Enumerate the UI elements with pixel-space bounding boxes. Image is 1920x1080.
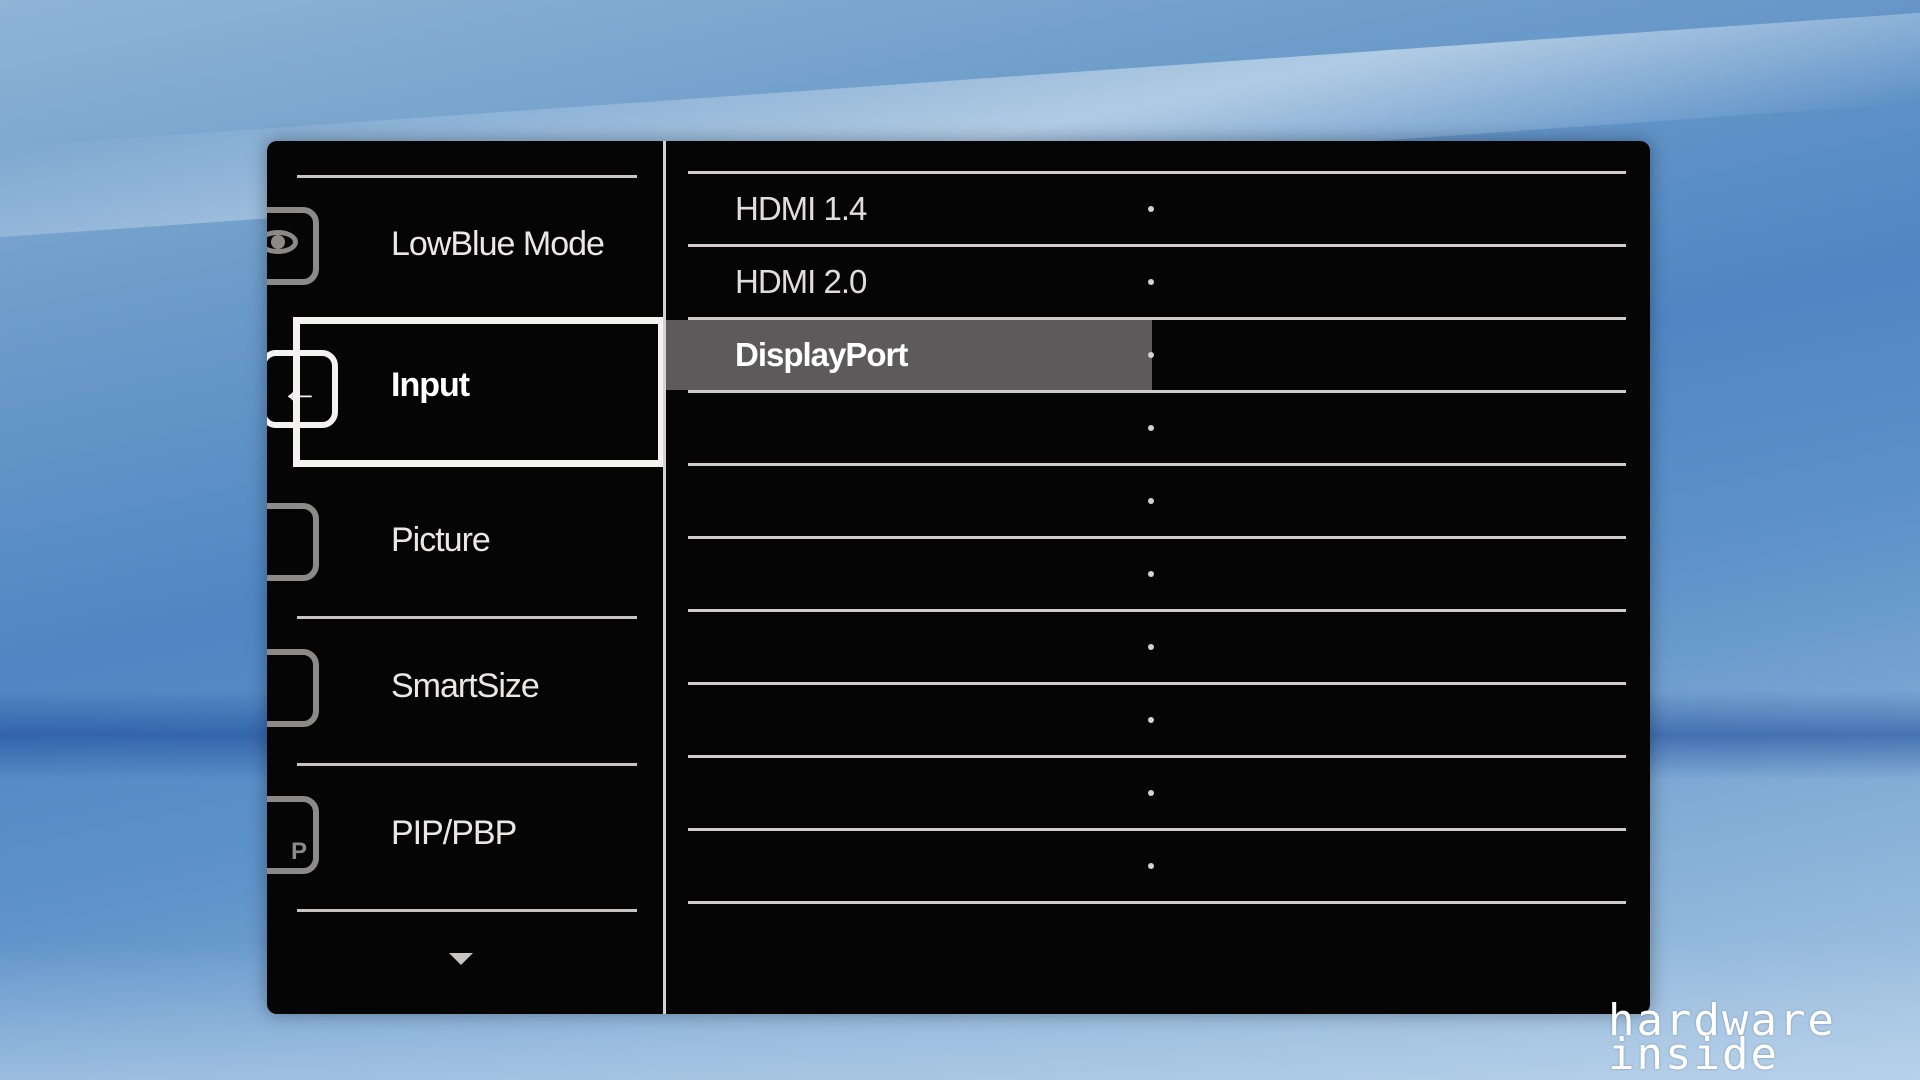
watermark-logo: hardware inside xyxy=(1608,999,1918,1080)
option-dot xyxy=(1148,352,1154,358)
option-label: HDMI 1.4 xyxy=(735,190,867,227)
option-dot xyxy=(1148,644,1154,650)
watermark-line-2: inside xyxy=(1608,1029,1779,1080)
input-arrow-icon: ← xyxy=(267,350,338,428)
menu-item-label: Picture xyxy=(391,521,491,559)
monitor-osd-panel: LowBlue Mode ← Input Picture SmartSize P… xyxy=(267,141,1650,1014)
option-empty[interactable] xyxy=(666,466,1650,536)
option-displayport[interactable]: DisplayPort xyxy=(666,320,1650,390)
option-dot xyxy=(1148,571,1154,577)
option-divider xyxy=(688,901,1626,904)
option-hdmi-2-0[interactable]: HDMI 2.0 xyxy=(666,247,1650,317)
menu-item-smartsize[interactable]: SmartSize xyxy=(267,617,663,763)
menu-item-pip-pbp[interactable]: P PIP/PBP xyxy=(267,764,663,910)
menu-divider xyxy=(297,909,637,912)
eye-icon xyxy=(267,207,319,285)
option-empty[interactable] xyxy=(666,831,1650,901)
option-dot xyxy=(1148,498,1154,504)
menu-item-label: LowBlue Mode xyxy=(391,225,605,263)
option-dot xyxy=(1148,717,1154,723)
osd-main-menu: LowBlue Mode ← Input Picture SmartSize P… xyxy=(267,141,665,1014)
option-empty[interactable] xyxy=(666,612,1650,682)
option-empty[interactable] xyxy=(666,393,1650,463)
smartsize-icon xyxy=(267,649,319,727)
option-dot xyxy=(1148,279,1154,285)
menu-item-input[interactable]: ← Input xyxy=(267,317,665,467)
pip-icon: P xyxy=(267,796,319,874)
option-dot xyxy=(1148,863,1154,869)
option-empty[interactable] xyxy=(666,685,1650,755)
option-hdmi-1-4[interactable]: HDMI 1.4 xyxy=(666,174,1650,244)
menu-item-picture[interactable]: Picture xyxy=(267,471,663,617)
menu-item-label: PIP/PBP xyxy=(391,814,517,852)
menu-item-lowblue-mode[interactable]: LowBlue Mode xyxy=(267,175,663,321)
option-empty[interactable] xyxy=(666,539,1650,609)
option-label: HDMI 2.0 xyxy=(735,263,867,300)
option-dot xyxy=(1148,790,1154,796)
option-dot xyxy=(1148,206,1154,212)
menu-item-label: Input xyxy=(391,366,470,404)
picture-icon xyxy=(267,503,319,581)
menu-item-label: SmartSize xyxy=(391,667,540,705)
option-label: DisplayPort xyxy=(735,336,908,373)
chevron-down-icon[interactable] xyxy=(449,953,473,965)
option-empty[interactable] xyxy=(666,758,1650,828)
input-options-list: HDMI 1.4 HDMI 2.0 DisplayPort xyxy=(666,141,1650,1014)
option-dot xyxy=(1148,425,1154,431)
